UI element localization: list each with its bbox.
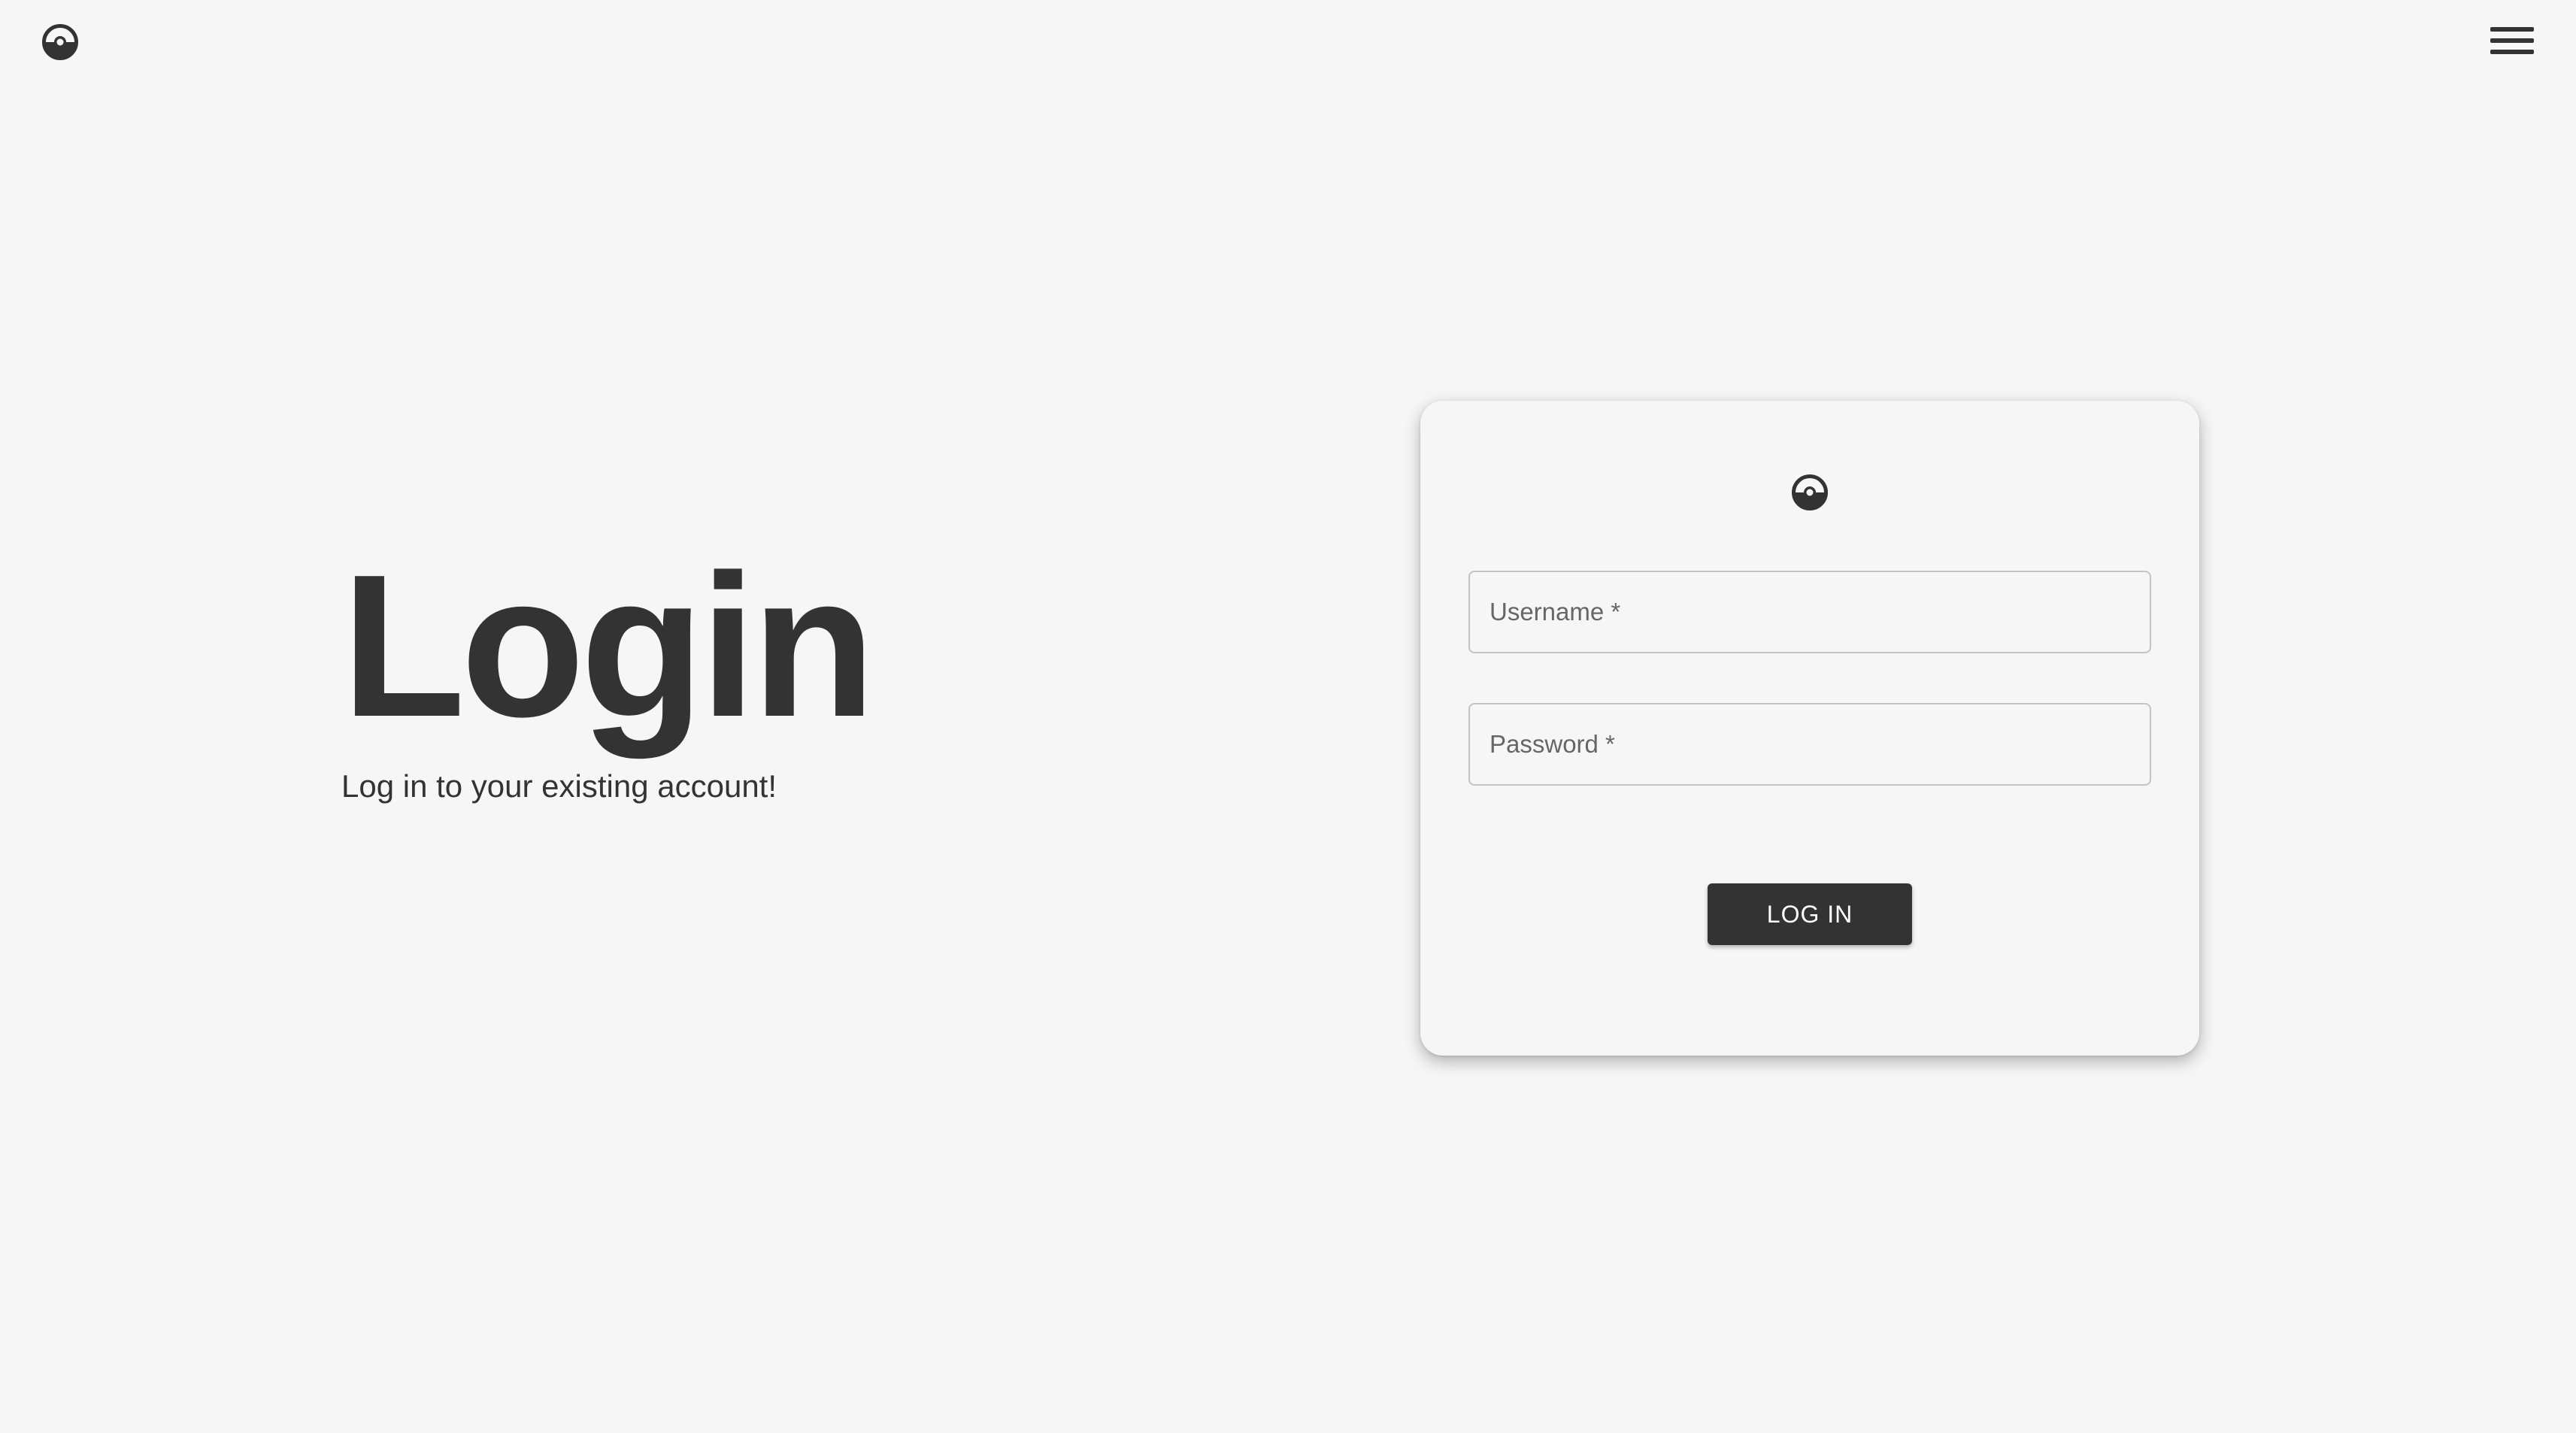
page-subtitle: Log in to your existing account! <box>341 768 777 804</box>
pokeball-icon <box>1790 473 1829 512</box>
username-field[interactable] <box>1468 571 2151 653</box>
page-title: Login <box>341 533 876 759</box>
menu-bar <box>2490 50 2534 54</box>
login-card: LOG IN <box>1420 401 2199 1056</box>
password-input[interactable] <box>1470 704 2150 784</box>
pokeball-logo-icon[interactable] <box>41 23 80 62</box>
hamburger-menu-icon[interactable] <box>2490 26 2534 56</box>
menu-bar <box>2490 38 2534 43</box>
hero-section: Login Log in to your existing account! <box>341 533 876 807</box>
menu-bar <box>2490 27 2534 32</box>
username-input[interactable] <box>1470 572 2150 652</box>
login-button[interactable]: LOG IN <box>1708 883 1912 945</box>
password-field[interactable] <box>1468 703 2151 786</box>
